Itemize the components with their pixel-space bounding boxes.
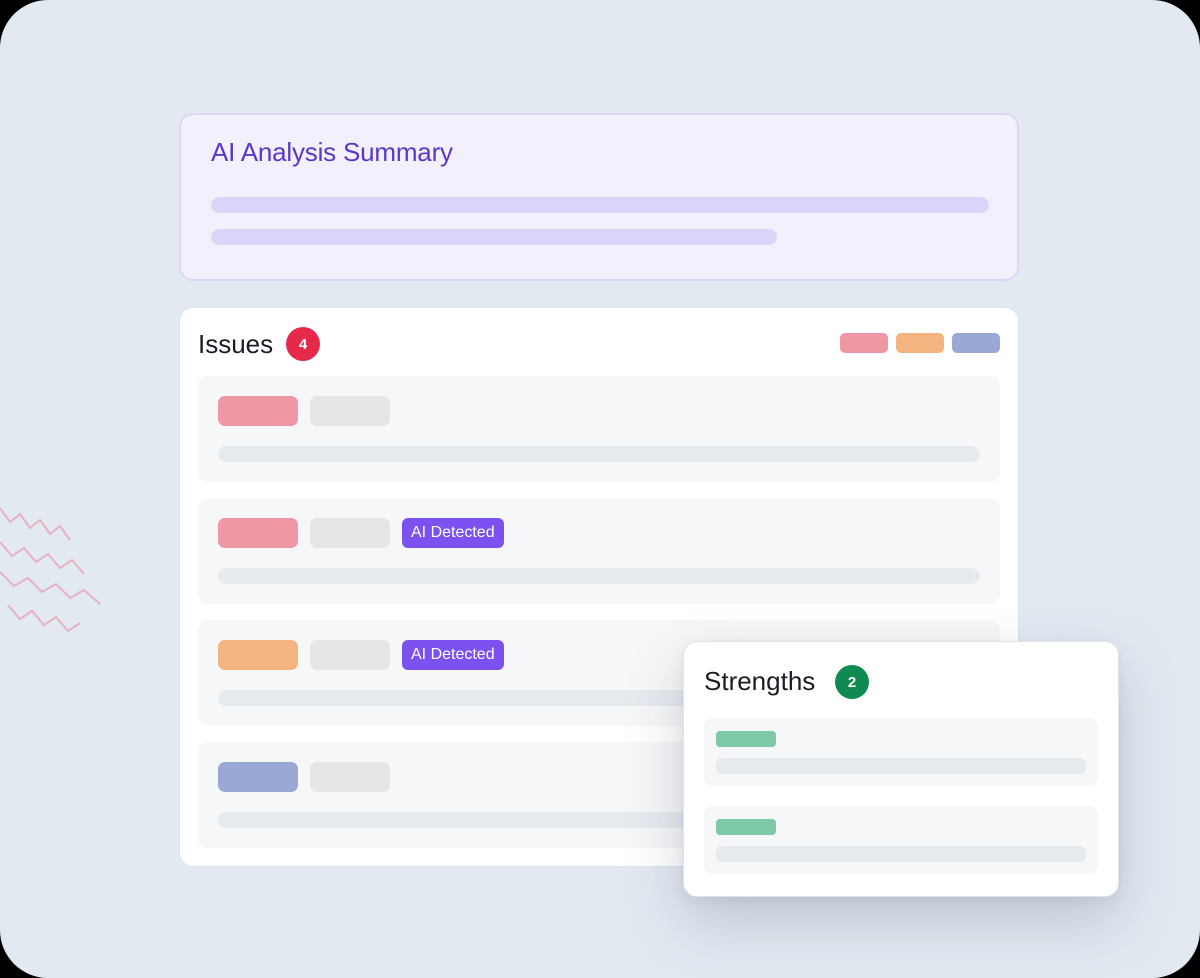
strength-text-placeholder: [716, 758, 1086, 774]
strengths-title: Strengths: [704, 666, 816, 696]
summary-text-placeholder: [211, 197, 989, 213]
app-canvas: AI Analysis Summary Issues 4 AI Detected…: [0, 0, 1200, 978]
category-pill-placeholder: [310, 518, 390, 548]
legend-chip-high[interactable]: [840, 333, 888, 353]
issue-row[interactable]: [198, 376, 1000, 482]
severity-pill: [218, 762, 298, 792]
strength-text-placeholder: [716, 846, 1086, 862]
category-pill-placeholder: [310, 640, 390, 670]
severity-pill: [218, 640, 298, 670]
category-pill-placeholder: [310, 396, 390, 426]
issues-title: Issues: [198, 329, 274, 359]
severity-pill: [218, 396, 298, 426]
strengths-count-badge: 2: [835, 665, 869, 699]
strength-row[interactable]: [704, 806, 1098, 874]
ai-detected-tag: AI Detected: [402, 640, 504, 670]
legend-chip-medium[interactable]: [896, 333, 944, 353]
ai-detected-tag: AI Detected: [402, 518, 504, 548]
category-pill-placeholder: [310, 762, 390, 792]
strengths-card: Strengths 2: [683, 641, 1119, 897]
summary-title: AI Analysis Summary: [211, 137, 453, 167]
issue-row[interactable]: AI Detected: [198, 498, 1000, 604]
decorative-zigzag: [0, 507, 101, 633]
strength-row[interactable]: [704, 718, 1098, 786]
severity-pill: [218, 518, 298, 548]
strength-pill: [716, 731, 776, 747]
issues-count-badge: 4: [286, 327, 320, 361]
strength-pill: [716, 819, 776, 835]
ai-analysis-summary-card: AI Analysis Summary: [179, 113, 1019, 281]
summary-text-placeholder: [211, 229, 777, 245]
issue-text-placeholder: [218, 568, 980, 584]
legend-chip-low[interactable]: [952, 333, 1000, 353]
issue-text-placeholder: [218, 446, 980, 462]
